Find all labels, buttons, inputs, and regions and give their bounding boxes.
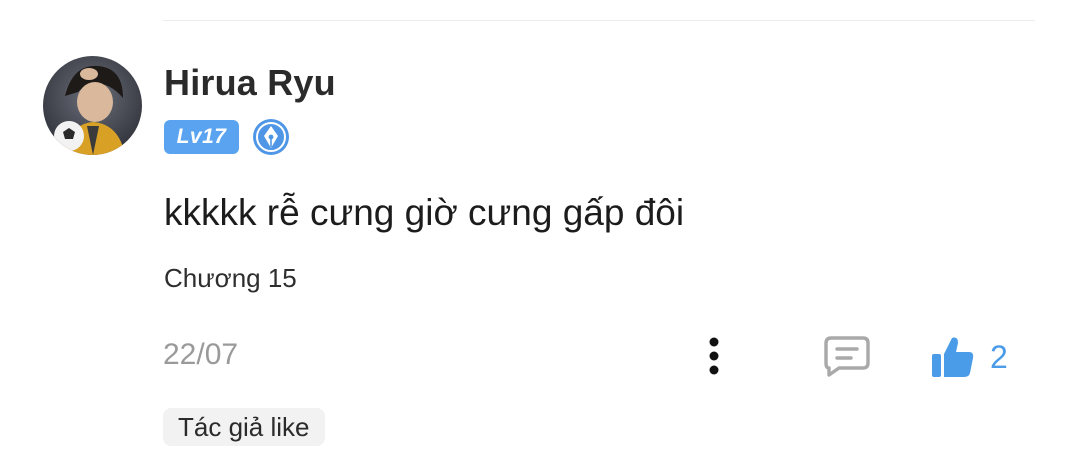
like-count: 2 <box>990 338 1008 375</box>
divider <box>163 20 1035 21</box>
avatar[interactable] <box>43 56 142 155</box>
comment-text: kkkkk rễ cưng giờ cưng gấp đôi <box>164 192 685 233</box>
comment-date: 22/07 <box>163 338 239 371</box>
vertical-dots-icon <box>709 337 719 375</box>
thumbs-up-icon <box>932 337 974 377</box>
chapter-link[interactable]: Chương 15 <box>164 263 297 294</box>
chat-bubble-icon <box>824 336 870 377</box>
level-badge: Lv17 <box>164 120 239 154</box>
reply-button[interactable] <box>820 332 874 380</box>
author-like-tag: Tác giả like <box>163 408 325 446</box>
like-button[interactable]: 2 <box>930 330 1008 384</box>
username[interactable]: Hirua Ryu <box>164 62 336 104</box>
comment-item: Hirua Ryu Lv17 kkkkk rễ cưng giờ cưng gấ… <box>0 0 1082 457</box>
pen-nib-badge-icon <box>252 118 290 156</box>
more-options-button[interactable] <box>696 333 732 379</box>
